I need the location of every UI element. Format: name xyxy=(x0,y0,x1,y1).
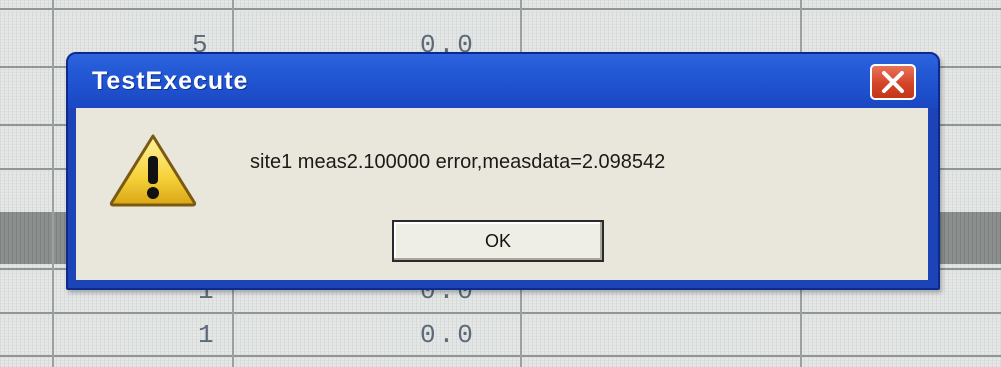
dialog-body: site1 meas2.100000 error,measdata=2.0985… xyxy=(76,108,928,280)
grid-line xyxy=(0,8,1001,10)
dialog-titlebar[interactable]: TestExecute xyxy=(68,54,938,108)
close-button[interactable] xyxy=(870,64,916,100)
grid-line xyxy=(0,312,1001,314)
warning-icon xyxy=(109,134,197,207)
dialog-message: site1 meas2.100000 error,measdata=2.0985… xyxy=(250,151,666,173)
message-dialog: TestExecute site1 meas2.100000 error,mea… xyxy=(66,52,940,290)
sheet-cell: 1 xyxy=(198,320,217,350)
close-icon xyxy=(882,71,904,93)
grid-line xyxy=(0,355,1001,357)
dialog-title: TestExecute xyxy=(92,67,249,95)
grid-column-line xyxy=(52,0,54,367)
sheet-cell: 0.0 xyxy=(420,320,476,350)
ok-button[interactable]: OK xyxy=(392,220,604,262)
